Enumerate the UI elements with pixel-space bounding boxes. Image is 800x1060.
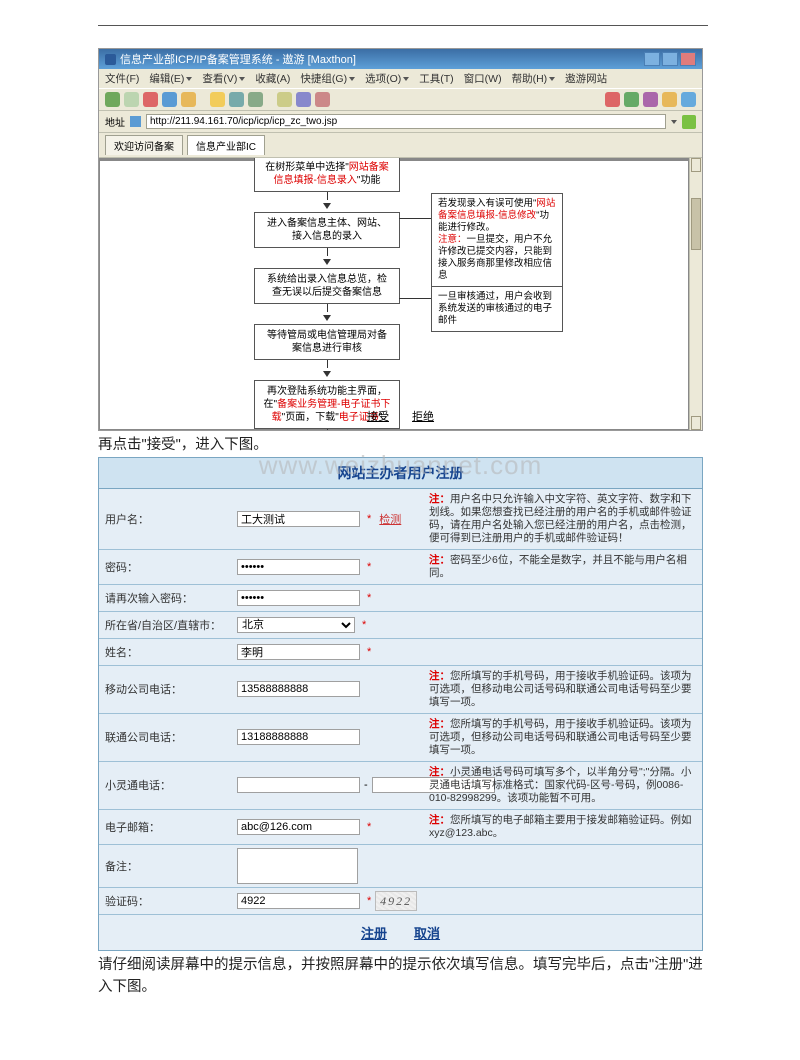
menu-help[interactable]: 帮助(H) (512, 71, 556, 86)
scroll-thumb[interactable] (691, 198, 701, 250)
favorites-icon[interactable] (210, 92, 225, 107)
captcha-input[interactable] (237, 893, 360, 909)
scrollbar[interactable] (689, 158, 702, 430)
flow-side-note-1: 若发现录入有误可使用"网站备案信息填报-信息修改"功能进行修改。 注意：一旦提交… (431, 193, 563, 287)
note-textarea[interactable] (237, 848, 358, 884)
refresh-icon[interactable] (162, 92, 177, 107)
menu-options[interactable]: 选项(O) (365, 71, 409, 86)
flow-step-2: 进入备案信息主体、网站、接入信息的录入 (254, 212, 400, 248)
email-label: 电子邮箱： (99, 810, 231, 844)
xlt-hint: 注：小灵通电话号码可填写多个，以半角分号";"分隔。小灵通电话填写标准格式：国家… (423, 762, 702, 809)
stop-icon[interactable] (143, 92, 158, 107)
minimize-button[interactable] (644, 52, 660, 66)
go-button[interactable] (682, 115, 696, 129)
block-icon[interactable] (605, 92, 620, 107)
username-hint: 注：用户名中只允许输入中文字符、英文字符、数字和下划线。如果您想查找已经注册的用… (423, 489, 702, 549)
password-label: 密码： (99, 550, 231, 584)
email-hint: 注：您所填写的电子邮箱主要用于接发邮箱验证码。例如 xyz@123.abc。 (423, 810, 702, 844)
toolbar (99, 88, 702, 111)
registration-form-screenshot: www.weizhuannet.com 网站主办者用户注册 用户名： *检测 注… (98, 457, 703, 951)
menu-file[interactable]: 文件(F) (105, 71, 139, 86)
maximize-button[interactable] (662, 52, 678, 66)
flow-side-note-2: 一旦审核通过，用户会收到系统发送的审核通过的电子邮件 (431, 286, 563, 332)
tab-welcome[interactable]: 欢迎访问备案 (105, 135, 183, 155)
back-icon[interactable] (105, 92, 120, 107)
menu-edit[interactable]: 编辑(E) (149, 71, 192, 86)
register-button[interactable]: 注册 (361, 926, 387, 941)
username-input[interactable] (237, 511, 360, 527)
accept-link[interactable]: 接受 (367, 411, 389, 423)
captcha-image: 4922 (375, 891, 417, 911)
window-titlebar: 信息产业部ICP/IP备案管理系统 - 遨游 [Maxthon] (99, 49, 702, 69)
scroll-down-icon[interactable] (691, 416, 701, 430)
flow-step-3: 系统给出录入信息总览，检查无误以后提交备案信息 (254, 268, 400, 304)
scroll-up-icon[interactable] (691, 158, 701, 172)
flow-step-1: 在树形菜单中选择"网站备案信息填报-信息录入"功能 (254, 158, 400, 192)
menu-bar: 文件(F) 编辑(E) 查看(V) 收藏(A) 快捷组(G) 选项(O) 工具(… (99, 69, 702, 88)
unicom-input[interactable] (237, 729, 360, 745)
password-input[interactable] (237, 559, 360, 575)
window-buttons (644, 52, 696, 66)
page-icon (130, 116, 141, 127)
address-bar: 地址 (99, 111, 702, 133)
extra3-icon[interactable] (662, 92, 677, 107)
history-icon[interactable] (229, 92, 244, 107)
menu-fav[interactable]: 收藏(A) (255, 71, 290, 86)
name-label: 姓名： (99, 639, 231, 665)
xlt-label: 小灵通电话： (99, 762, 231, 809)
tool3-icon[interactable] (315, 92, 330, 107)
extra4-icon[interactable] (681, 92, 696, 107)
address-label: 地址 (105, 114, 125, 129)
page-content: 在树形菜单中选择"网站备案信息填报-信息录入"功能 进入备案信息主体、网站、接入… (99, 158, 702, 430)
cancel-button[interactable]: 取消 (414, 926, 440, 941)
name-input[interactable] (237, 644, 360, 660)
tool2-icon[interactable] (296, 92, 311, 107)
instruction-text-2: 请仔细阅读屏幕中的提示信息，并按照屏幕中的提示依次填写信息。填写完毕后，点击"注… (98, 955, 708, 999)
menu-tools[interactable]: 工具(T) (419, 71, 453, 86)
email-input[interactable] (237, 819, 360, 835)
unicom-label: 联通公司电话： (99, 714, 231, 761)
password2-label: 请再次输入密码： (99, 585, 231, 611)
mobile-input[interactable] (237, 681, 360, 697)
menu-site[interactable]: 遨游网站 (565, 71, 607, 86)
region-label: 所在省/自治区/直辖市： (99, 612, 231, 638)
password-hint: 注：密码至少6位，不能全是数字，并且不能与用户名相同。 (423, 550, 702, 584)
app-icon (105, 54, 116, 65)
address-input[interactable] (146, 114, 666, 129)
address-dropdown-icon[interactable] (671, 120, 677, 124)
tab-strip: 欢迎访问备案 信息产业部IC (99, 133, 702, 158)
menu-window[interactable]: 窗口(W) (464, 71, 502, 86)
form-title: 网站主办者用户注册 (99, 458, 702, 489)
instruction-text-1: 再点击"接受"，进入下图。 (98, 435, 708, 457)
captcha-label: 验证码： (99, 888, 231, 914)
xlt-input-1[interactable] (237, 777, 360, 793)
menu-view[interactable]: 查看(V) (202, 71, 245, 86)
mobile-label: 移动公司电话： (99, 666, 231, 713)
reject-link[interactable]: 拒绝 (412, 411, 434, 423)
flow-step-4: 等待管局或电信管理局对备案信息进行审核 (254, 324, 400, 360)
region-select[interactable]: 北京 (237, 617, 355, 633)
tool-icon[interactable] (277, 92, 292, 107)
find-icon[interactable] (248, 92, 263, 107)
close-button[interactable] (680, 52, 696, 66)
menu-group[interactable]: 快捷组(G) (300, 71, 355, 86)
tab-icp[interactable]: 信息产业部IC (187, 135, 265, 155)
extra2-icon[interactable] (643, 92, 658, 107)
username-label: 用户名： (99, 489, 231, 549)
detect-link[interactable]: 检测 (379, 511, 401, 527)
window-title: 信息产业部ICP/IP备案管理系统 - 遨游 [Maxthon] (120, 51, 356, 67)
forward-icon[interactable] (124, 92, 139, 107)
home-icon[interactable] (181, 92, 196, 107)
extra-icon[interactable] (624, 92, 639, 107)
unicom-hint: 注：您所填写的手机号码，用于接收手机验证码。该项为可选项，但移动公司电话号码和联… (423, 714, 702, 761)
password2-input[interactable] (237, 590, 360, 606)
mobile-hint: 注：您所填写的手机号码，用于接收手机验证码。该项为可选项，但移动电公司话号码和联… (423, 666, 702, 713)
note-label: 备注： (99, 845, 231, 887)
browser-window-screenshot: 信息产业部ICP/IP备案管理系统 - 遨游 [Maxthon] 文件(F) 编… (98, 48, 703, 431)
